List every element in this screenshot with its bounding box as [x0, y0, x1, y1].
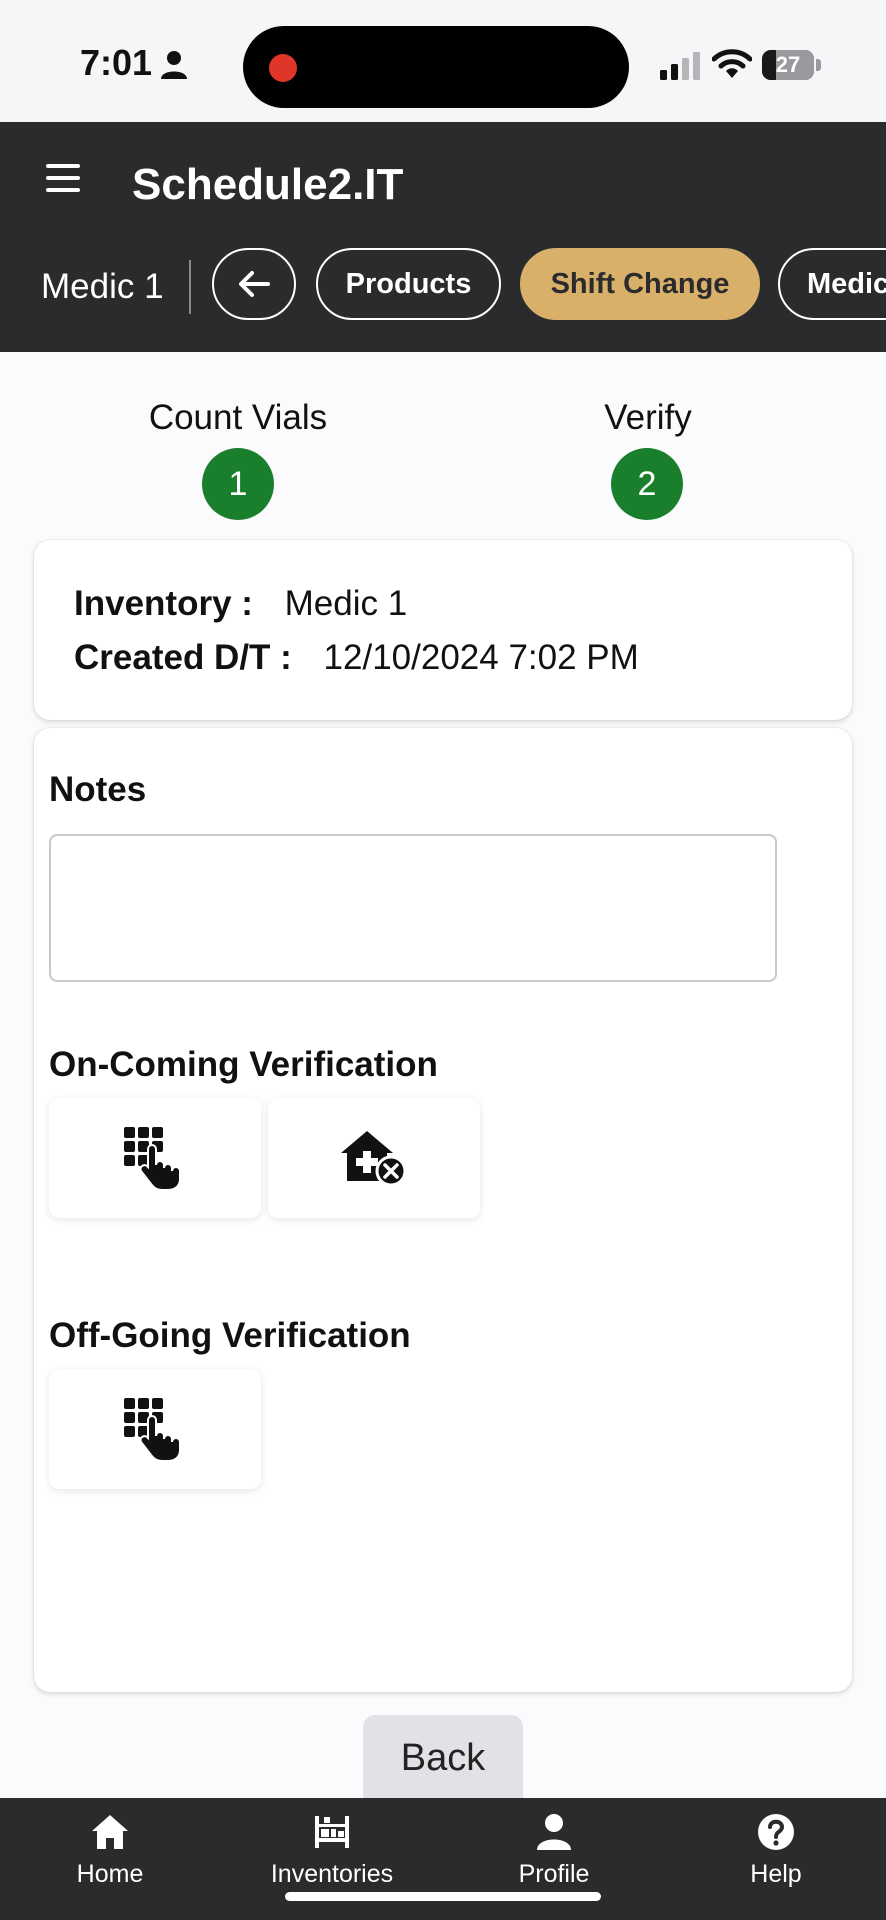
notes-title: Notes — [49, 770, 147, 809]
products-chip[interactable]: Products — [316, 248, 501, 320]
inventory-label: Inventory : — [74, 584, 253, 623]
inventories-icon — [315, 1816, 349, 1848]
created-value: 12/10/2024 7:02 PM — [323, 638, 639, 677]
current-inventory-label: Medic 1 — [41, 267, 164, 306]
inventory-row: Inventory : Medic 1 — [74, 584, 407, 624]
home-indicator — [285, 1892, 601, 1901]
tab-home-label: Home — [76, 1860, 144, 1888]
step-count-vials-label: Count Vials — [148, 398, 328, 437]
tab-inventories[interactable]: Inventories — [252, 1812, 412, 1902]
back-button[interactable]: Back — [363, 1715, 523, 1811]
status-time: 7:01 — [80, 42, 153, 83]
cellular-signal-icon — [660, 52, 700, 80]
oncoming-no-access-button[interactable] — [268, 1098, 480, 1218]
app-header: Schedule2.IT Medic 1 Products Shift Chan… — [0, 122, 886, 352]
step-2-indicator[interactable]: 2 — [611, 448, 683, 520]
medic-chip[interactable]: Medic — [778, 248, 886, 320]
battery-cap — [816, 59, 821, 71]
profile-icon — [537, 1814, 571, 1850]
tab-profile-label: Profile — [518, 1860, 590, 1888]
header-divider — [189, 260, 191, 314]
tab-home[interactable]: Home — [30, 1812, 190, 1902]
shift-change-chip[interactable]: Shift Change — [520, 248, 760, 320]
tab-help-label: Help — [750, 1860, 802, 1888]
battery-icon: 27 — [762, 50, 814, 80]
step-1-indicator[interactable]: 1 — [202, 448, 274, 520]
offgoing-pin-verify-button[interactable] — [49, 1369, 261, 1489]
person-status-icon — [161, 51, 187, 79]
step-verify-label: Verify — [604, 398, 692, 437]
home-icon — [92, 1815, 128, 1849]
tab-inventories-label: Inventories — [270, 1860, 394, 1888]
status-bar: 7:01 27 — [0, 0, 886, 122]
oncoming-pin-verify-button[interactable] — [49, 1098, 261, 1218]
keypad-touch-icon — [124, 1398, 181, 1462]
offgoing-verification-title: Off-Going Verification — [49, 1316, 411, 1355]
app-title: Schedule2.IT — [132, 160, 404, 209]
bottom-tab-bar: Home Inventories Profile Help — [0, 1798, 886, 1920]
back-arrow-chip[interactable] — [212, 248, 296, 320]
house-medical-x-icon — [341, 1131, 407, 1187]
tab-profile[interactable]: Profile — [474, 1812, 634, 1902]
inventory-value: Medic 1 — [284, 584, 408, 623]
created-row: Created D/T : 12/10/2024 7:02 PM — [74, 638, 639, 678]
oncoming-verification-title: On-Coming Verification — [49, 1045, 438, 1084]
wifi-icon — [712, 49, 752, 78]
recording-indicator-icon — [269, 54, 297, 82]
help-icon — [758, 1814, 794, 1850]
hamburger-menu-icon[interactable] — [46, 164, 82, 194]
battery-percent: 27 — [775, 52, 801, 77]
inventory-info-card: Inventory : Medic 1 Created D/T : 12/10/… — [34, 540, 852, 720]
arrow-left-icon — [239, 271, 270, 297]
notes-field[interactable] — [49, 834, 777, 982]
created-label: Created D/T : — [74, 638, 292, 677]
verification-card: Notes On-Coming Verification Off-Going V… — [34, 728, 852, 1692]
dynamic-island — [243, 26, 629, 108]
tab-help[interactable]: Help — [696, 1812, 856, 1902]
keypad-touch-icon — [124, 1127, 181, 1191]
